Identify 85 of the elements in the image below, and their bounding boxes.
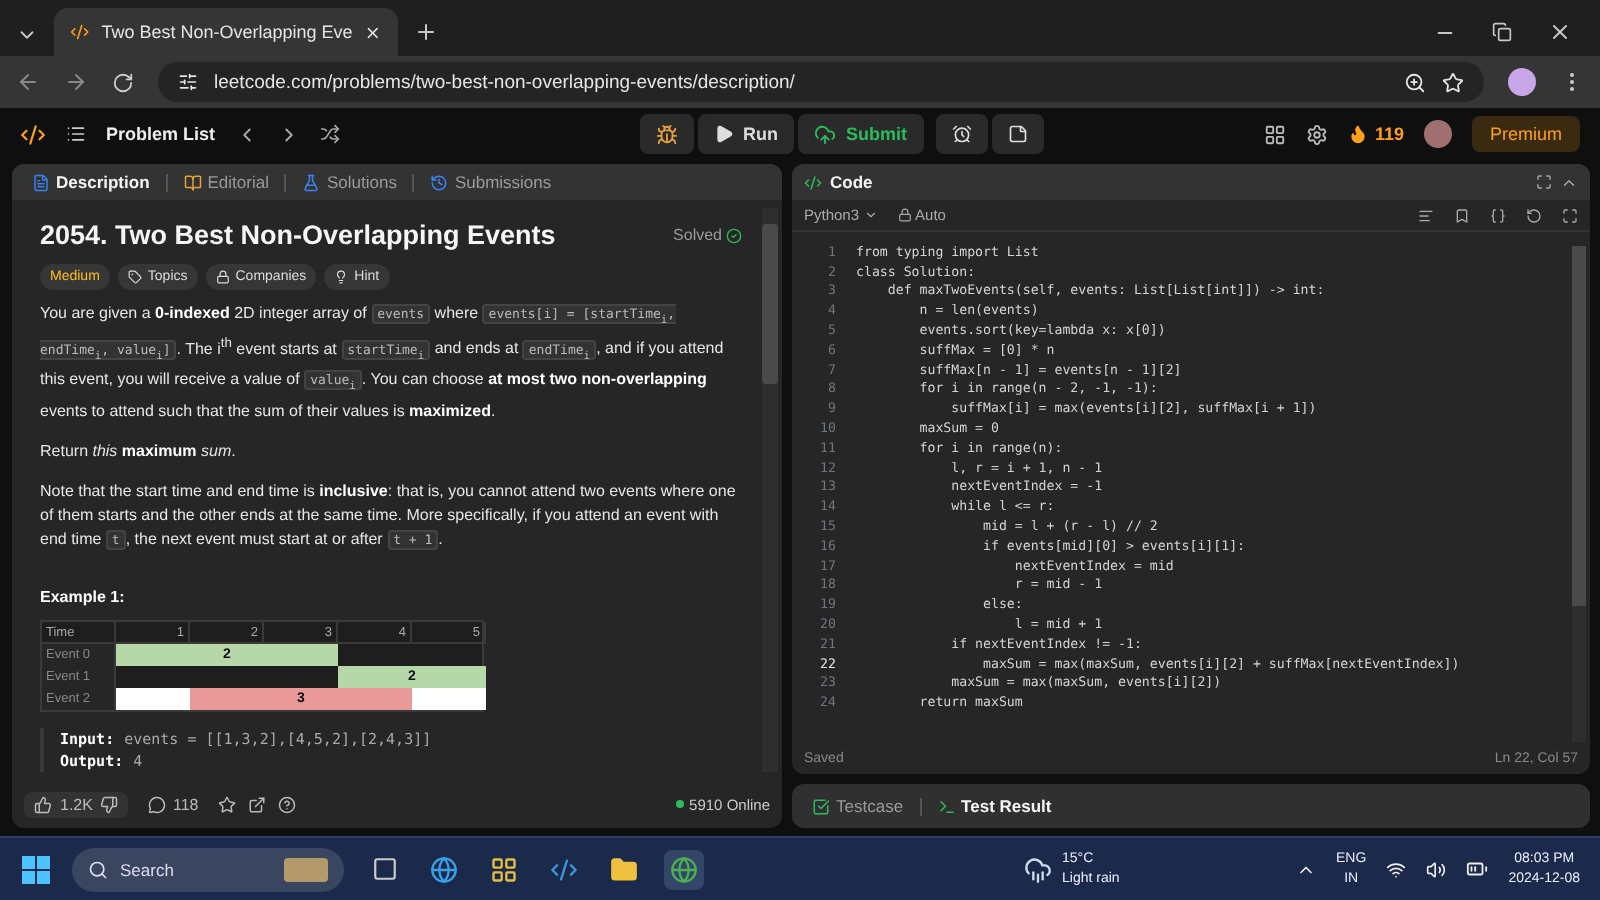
- panel-title: Code: [830, 172, 873, 192]
- terminal-icon: [937, 797, 956, 815]
- history-icon: [430, 173, 449, 191]
- format-icon[interactable]: [1418, 207, 1434, 223]
- comment-icon: [148, 795, 167, 813]
- expand-icon[interactable]: [1536, 174, 1552, 190]
- vote-group[interactable]: 1.2K: [24, 791, 129, 817]
- bookmark-star-icon[interactable]: [1442, 71, 1464, 93]
- rain-cloud-icon: [1024, 855, 1052, 883]
- solved-status: Solved: [673, 226, 742, 244]
- site-info-icon[interactable]: [178, 72, 198, 92]
- restore-icon[interactable]: [1492, 22, 1512, 42]
- cloud-upload-icon: [814, 123, 837, 145]
- forward-icon[interactable]: [64, 70, 88, 94]
- zoom-icon[interactable]: [1404, 71, 1426, 93]
- windows-start-icon[interactable]: [20, 853, 52, 885]
- help-icon[interactable]: [278, 795, 297, 813]
- timer-button[interactable]: [935, 114, 988, 154]
- like-count: 1.2K: [60, 795, 93, 813]
- comments-button[interactable]: 118: [140, 795, 207, 813]
- tab-title: Two Best Non-Overlapping Eve: [101, 22, 353, 42]
- alarm-clock-icon: [951, 124, 972, 144]
- lightbulb-icon: [334, 270, 349, 284]
- profile-avatar[interactable]: [1508, 68, 1536, 96]
- thumbs-down-icon[interactable]: [100, 795, 119, 813]
- close-icon[interactable]: [1548, 20, 1572, 44]
- example-heading: Example 1:: [40, 587, 127, 606]
- checkbox-icon: [812, 797, 830, 815]
- book-icon: [183, 173, 202, 191]
- scrollbar[interactable]: [1572, 246, 1586, 742]
- address-bar[interactable]: leetcode.com/problems/two-best-non-overlapping-events/description/: [158, 62, 1484, 102]
- reset-icon[interactable]: [1526, 207, 1542, 223]
- bookmark-icon[interactable]: [1454, 207, 1470, 223]
- document-icon: [32, 173, 50, 191]
- flask-icon: [302, 173, 321, 191]
- code-icon: [804, 173, 822, 191]
- new-tab-icon[interactable]: [414, 20, 438, 44]
- panel-tab[interactable]: Test Result: [929, 796, 1060, 816]
- submit-button[interactable]: Submit: [798, 114, 924, 154]
- battery-icon[interactable]: [1466, 858, 1489, 880]
- browser-tab[interactable]: Two Best Non-Overlapping Eve: [54, 8, 398, 56]
- bug-icon: [655, 123, 678, 145]
- thumbs-up-icon[interactable]: [34, 795, 52, 813]
- description-paragraph: Return this maximum sum.: [40, 439, 238, 464]
- scrollbar[interactable]: [762, 208, 778, 772]
- search-highlight-image: [284, 857, 328, 881]
- premium-button[interactable]: Premium: [1471, 116, 1580, 152]
- site-logo-icon: [70, 22, 90, 42]
- wifi-icon[interactable]: [1386, 859, 1407, 879]
- tag-icon: [127, 270, 142, 284]
- flame-icon: [1348, 124, 1369, 144]
- braces-icon[interactable]: [1490, 207, 1506, 223]
- panel-tab[interactable]: Testcase: [804, 796, 912, 816]
- play-icon: [713, 124, 734, 144]
- search-icon: [88, 859, 108, 879]
- problem-title: 2054. Two Best Non-Overlapping Events: [40, 220, 556, 250]
- run-button[interactable]: Run: [697, 114, 795, 154]
- panel-tab[interactable]: Solutions: [294, 172, 405, 192]
- streak-counter[interactable]: 119: [1348, 124, 1404, 144]
- share-icon[interactable]: [248, 795, 267, 813]
- settings-icon[interactable]: [1306, 123, 1329, 145]
- volume-icon[interactable]: [1426, 859, 1447, 879]
- problem-list-link[interactable]: Problem List: [106, 124, 216, 144]
- reload-icon[interactable]: [112, 71, 134, 93]
- list-icon[interactable]: [66, 124, 86, 144]
- back-icon[interactable]: [16, 70, 40, 94]
- panel-tab[interactable]: Submissions: [422, 172, 560, 192]
- debug-button[interactable]: [639, 114, 694, 154]
- close-icon[interactable]: [364, 23, 382, 41]
- expand-icon[interactable]: [1562, 207, 1578, 223]
- star-icon[interactable]: [218, 795, 237, 813]
- check-icon: [726, 227, 742, 243]
- user-avatar[interactable]: [1423, 120, 1452, 148]
- taskbar-search[interactable]: Search: [72, 847, 344, 891]
- url-text: leetcode.com/problems/two-best-non-overlapping-events/description/: [214, 71, 797, 93]
- lock-icon: [897, 208, 912, 222]
- panel-tab[interactable]: Description: [24, 172, 158, 192]
- logo-icon[interactable]: [20, 121, 46, 147]
- caret-icon: [863, 208, 878, 222]
- notes-button[interactable]: [991, 114, 1044, 154]
- note-icon: [1007, 124, 1028, 144]
- panel-tab[interactable]: Editorial: [175, 172, 277, 192]
- grid-icon[interactable]: [1264, 123, 1287, 145]
- shuffle-icon[interactable]: [319, 124, 340, 144]
- lock-icon: [215, 270, 230, 284]
